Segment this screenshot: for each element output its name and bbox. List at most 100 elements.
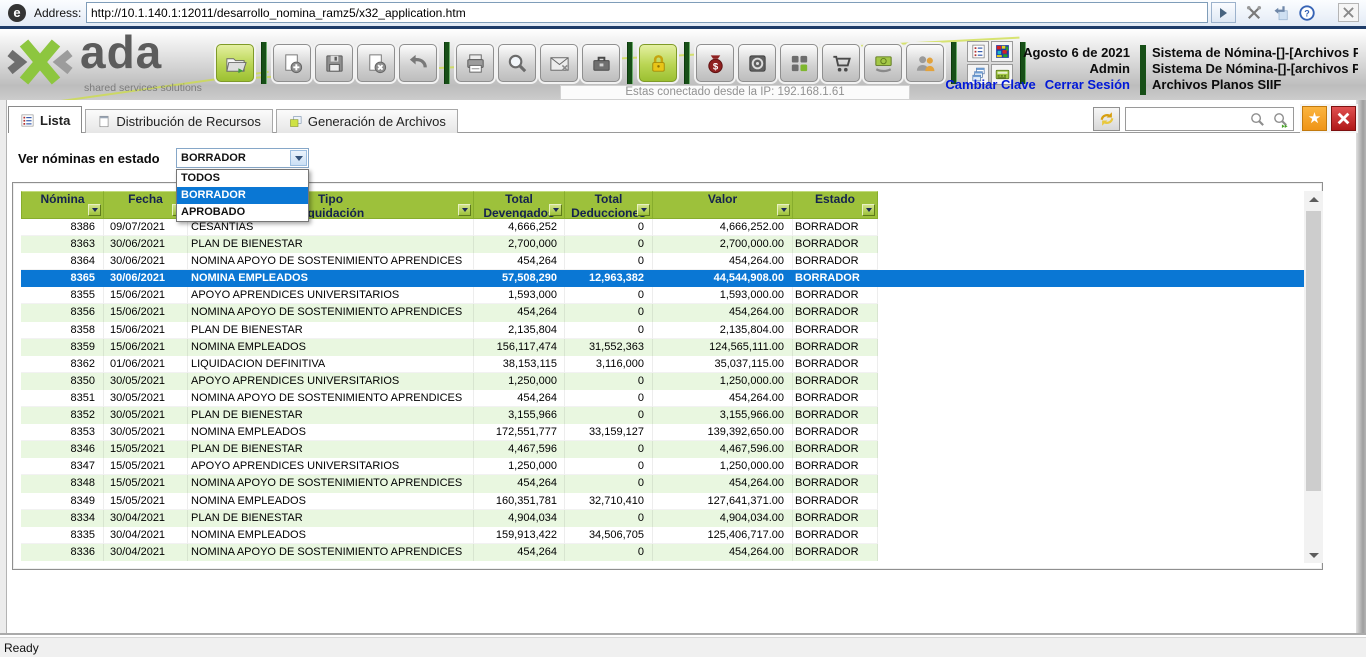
table-row-8362[interactable]: 836201/06/2021LIQUIDACION DEFINITIVA38,1… <box>21 356 1304 373</box>
cell: 12,963,382 <box>565 270 653 287</box>
refresh-button[interactable] <box>1093 107 1120 131</box>
row-filler <box>878 527 1304 544</box>
mail-button[interactable] <box>540 44 578 82</box>
table-row-8353[interactable]: 835330/05/2021NOMINA EMPLEADOS172,551,77… <box>21 424 1304 441</box>
cell: 8351 <box>21 390 104 407</box>
column-filter-button[interactable] <box>549 204 562 216</box>
scrollbar-thumb[interactable] <box>1306 211 1321 491</box>
column-header-total-deducciones: TotalDeducciones <box>565 191 653 219</box>
cell: 8335 <box>21 527 104 544</box>
column-filter-button[interactable] <box>862 204 875 216</box>
print-button[interactable] <box>456 44 494 82</box>
column-filter-button[interactable] <box>777 204 790 216</box>
table-row-8363[interactable]: 836330/06/2021PLAN DE BIENESTAR2,700,000… <box>21 236 1304 253</box>
table-row-8355[interactable]: 835515/06/2021APOYO APRENDICES UNIVERSIT… <box>21 287 1304 304</box>
cell: 8356 <box>21 304 104 321</box>
cerrar-sesión-link[interactable]: Cerrar Sesión <box>1045 77 1130 92</box>
scroll-up-button[interactable] <box>1304 191 1323 207</box>
table-row-8350[interactable]: 835030/05/2021APOYO APRENDICES UNIVERSIT… <box>21 373 1304 390</box>
column-filter-button[interactable] <box>637 204 650 216</box>
delete-record-button[interactable] <box>357 44 395 82</box>
table-row-8356[interactable]: 835615/06/2021NOMINA APOYO DE SOSTENIMIE… <box>21 304 1304 321</box>
cell: 15/05/2021 <box>104 493 188 510</box>
state-option-borrador[interactable]: BORRADOR <box>177 187 308 204</box>
cell: 8358 <box>21 322 104 339</box>
table-row-8347[interactable]: 834715/05/2021APOYO APRENDICES UNIVERSIT… <box>21 458 1304 475</box>
row-filler <box>878 356 1304 373</box>
close-view-button[interactable] <box>1331 106 1356 131</box>
table-row-8364[interactable]: 836430/06/2021NOMINA APOYO DE SOSTENIMIE… <box>21 253 1304 270</box>
cell: BORRADOR <box>793 424 878 441</box>
cell: PLAN DE BIENESTAR <box>188 236 474 253</box>
state-select[interactable]: BORRADOR <box>176 148 309 168</box>
favorite-button[interactable]: ★ <box>1302 106 1327 131</box>
money-bag-button[interactable]: $ <box>696 44 734 82</box>
payment-button[interactable] <box>864 44 902 82</box>
table-row-8335[interactable]: 833530/04/2021NOMINA EMPLEADOS159,913,42… <box>21 527 1304 544</box>
chevron-down-icon[interactable] <box>290 150 307 166</box>
row-filler <box>878 304 1304 321</box>
table-row-8351[interactable]: 835130/05/2021NOMINA APOYO DE SOSTENIMIE… <box>21 390 1304 407</box>
mail-icon <box>548 52 571 75</box>
address-input[interactable] <box>86 2 1208 23</box>
scroll-down-button[interactable] <box>1304 547 1323 563</box>
cell: 57,508,290 <box>474 270 565 287</box>
save-button[interactable] <box>315 44 353 82</box>
table-row-8336[interactable]: 833630/04/2021NOMINA APOYO DE SOSTENIMIE… <box>21 544 1304 561</box>
safe-button[interactable] <box>738 44 776 82</box>
cell: 454,264 <box>474 253 565 270</box>
vertical-scrollbar[interactable] <box>1304 191 1323 563</box>
preview-button[interactable] <box>498 44 536 82</box>
table-row-8349[interactable]: 834915/05/2021NOMINA EMPLEADOS160,351,78… <box>21 493 1304 510</box>
open-folder-button[interactable] <box>216 44 254 82</box>
table-row-8334[interactable]: 833430/04/2021PLAN DE BIENESTAR4,904,034… <box>21 510 1304 527</box>
cell: 172,551,777 <box>474 424 565 441</box>
tab-label: Generación de Archivos <box>308 114 446 129</box>
table-row-8352[interactable]: 835230/05/2021PLAN DE BIENESTAR3,155,966… <box>21 407 1304 424</box>
undo-button[interactable] <box>399 44 437 82</box>
cell: 125,406,717.00 <box>653 527 793 544</box>
table-row-8359[interactable]: 835915/06/2021NOMINA EMPLEADOS156,117,47… <box>21 339 1304 356</box>
new-record-button[interactable] <box>273 44 311 82</box>
tab-lista[interactable]: Lista <box>8 106 82 133</box>
column-filter-button[interactable] <box>458 204 471 216</box>
close-icon[interactable] <box>1338 3 1359 22</box>
lock-button[interactable] <box>639 44 677 82</box>
search-input[interactable] <box>1128 110 1246 128</box>
go-button[interactable] <box>1211 2 1236 23</box>
cart-button[interactable] <box>822 44 860 82</box>
logo-brand: ada <box>80 29 162 79</box>
connection-status: Estas conectado desde la IP: 192.168.1.6… <box>560 85 910 100</box>
state-option-todos[interactable]: TODOS <box>177 170 308 187</box>
cell: NOMINA APOYO DE SOSTENIMIENTO APRENDICES <box>188 390 474 407</box>
table-row-8346[interactable]: 834615/05/2021PLAN DE BIENESTAR4,467,596… <box>21 441 1304 458</box>
cell: 2,700,000.00 <box>653 236 793 253</box>
cell: 124,565,111.00 <box>653 339 793 356</box>
search-icon[interactable] <box>1249 111 1266 128</box>
cell: 44,544,908.00 <box>653 270 793 287</box>
cambiar-clave-link[interactable]: Cambiar Clave <box>945 77 1035 92</box>
column-filter-button[interactable] <box>88 204 101 216</box>
search-next-icon[interactable] <box>1272 111 1289 128</box>
toolbox-button[interactable] <box>582 44 620 82</box>
help-icon[interactable]: ? <box>1296 3 1318 23</box>
cell: LIQUIDACION DEFINITIVA <box>188 356 474 373</box>
cell: 454,264.00 <box>653 475 793 492</box>
table-row-8348[interactable]: 834815/05/2021NOMINA APOYO DE SOSTENIMIE… <box>21 475 1304 492</box>
open-folder-icon <box>224 52 247 75</box>
state-option-aprobado[interactable]: APROBADO <box>177 204 308 221</box>
modules-button[interactable] <box>780 44 818 82</box>
table-row-8365[interactable]: 836530/06/2021NOMINA EMPLEADOS57,508,290… <box>21 270 1304 287</box>
tools-icon[interactable] <box>1243 3 1265 23</box>
tab-distribución-de-recursos[interactable]: Distribución de Recursos <box>85 109 273 133</box>
cell: 454,264.00 <box>653 544 793 561</box>
save-icon <box>323 52 346 75</box>
return-icon[interactable] <box>1269 3 1291 23</box>
cell: 4,666,252 <box>474 219 565 236</box>
tab-generación-de-archivos[interactable]: Generación de Archivos <box>276 109 458 133</box>
table-row-8358[interactable]: 835815/06/2021PLAN DE BIENESTAR2,135,804… <box>21 322 1304 339</box>
column-header-nómina: Nómina <box>21 191 104 219</box>
list-tab-icon <box>20 113 35 128</box>
grid-rows: 838609/07/2021CESANTIAS4,666,25204,666,2… <box>21 219 1304 561</box>
delete-record-icon <box>365 52 388 75</box>
